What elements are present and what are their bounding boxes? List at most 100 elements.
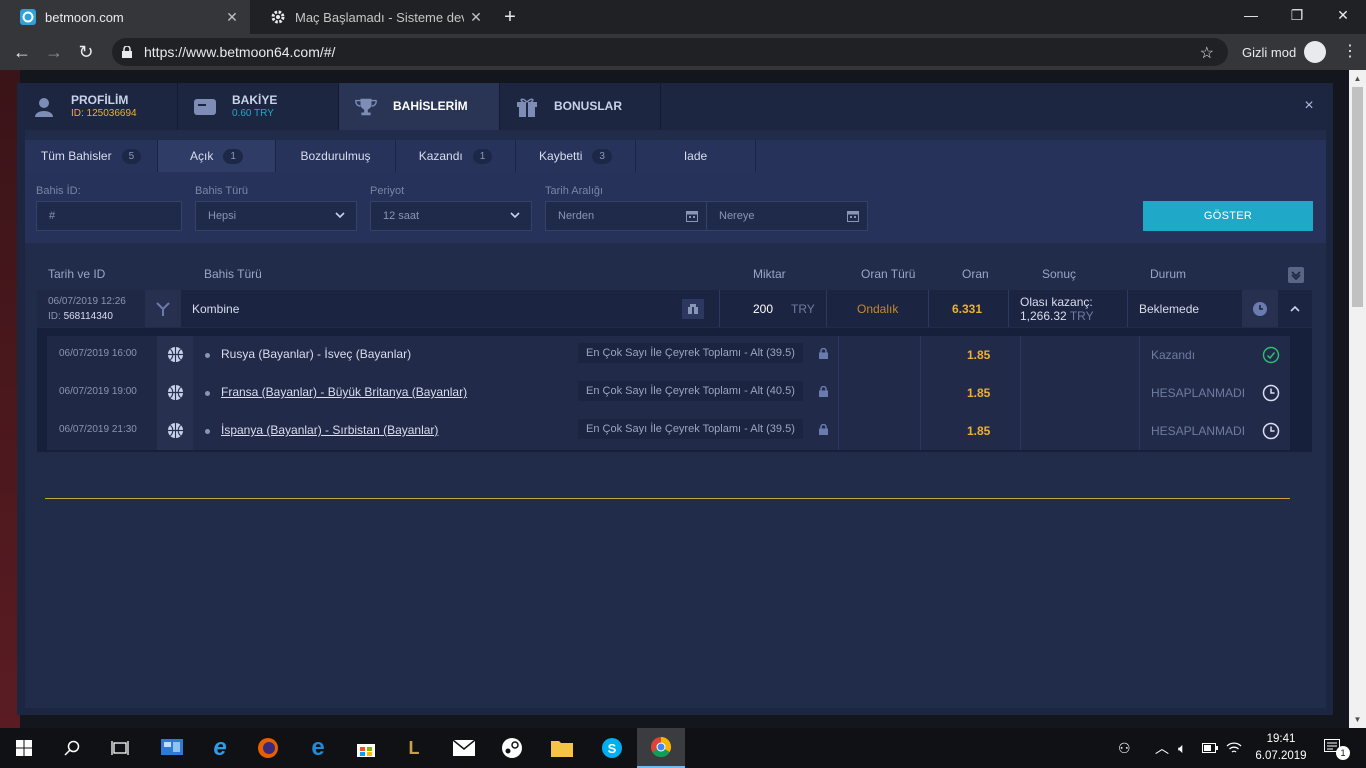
divider [920,336,921,374]
scroll-down-icon[interactable]: ▼ [1349,711,1366,728]
tray-chevron-up-icon[interactable]: ︿ [1155,728,1169,768]
show-button[interactable]: GÖSTER [1143,201,1313,231]
store-icon[interactable] [342,728,390,768]
notification-count: 1 [1336,746,1350,760]
expand-all-button[interactable] [1288,267,1304,283]
tab-bonuses[interactable]: BONUSLAR [500,83,661,130]
reload-icon[interactable]: ↻ [74,40,98,64]
close-tab-icon[interactable]: ✕ [464,9,488,26]
tab-profile[interactable]: PROFİLİM ID: 125036694 [17,83,178,130]
selection-market: En Çok Sayı İle Çeyrek Toplamı - Alt (39… [578,343,803,363]
notifications-icon[interactable]: 1 [1324,728,1358,768]
mail-icon[interactable] [440,728,488,768]
col-odds-type: Oran Türü [861,267,916,281]
gift-icon [516,97,538,117]
tab-my-bets[interactable]: BAHİSLERİM [339,83,500,130]
system-clock[interactable]: 19:41 6.07.2019 [1250,731,1312,765]
selection-match-link[interactable]: İspanya (Bayanlar) - Sırbistan (Bayanlar… [221,423,438,437]
browser-tab-strip: betmoon.com ✕ Maç Başlamadı - Sisteme de… [0,0,1366,34]
task-view-icon[interactable] [96,728,144,768]
bet-type-value: Hepsi [208,210,237,222]
forward-arrow-icon[interactable]: → [42,40,66,64]
chrome-icon[interactable] [637,728,685,768]
tab-open-label: Açık [190,149,214,163]
bets-content: Tüm Bahisler 5 Açık 1 Bozdurulmuş Kazand… [25,130,1326,708]
bet-status: Beklemede [1139,301,1200,316]
combo-icon [145,290,181,327]
tab-won-label: Kazandı [418,149,463,163]
divider [1139,374,1140,412]
bet-amount: 200 [753,301,774,316]
tab-all-bets[interactable]: Tüm Bahisler 5 [25,140,158,172]
selection-status: HESAPLANMADI [1151,386,1246,400]
selection-match-link[interactable]: Fransa (Bayanlar) - Büyük Britanya (Baya… [221,385,467,399]
control-panel-icon[interactable] [148,728,196,768]
search-icon[interactable] [48,728,96,768]
tab-lost[interactable]: Kaybetti 3 [516,140,636,172]
bet-type-select[interactable]: Hepsi [195,201,357,231]
selection-row[interactable]: 06/07/2019 16:00 Rusya (Bayanlar) - İsve… [47,336,1290,374]
volume-icon[interactable]: 🔈︎ [1178,728,1186,768]
tab-cashed-out[interactable]: Bozdurulmuş [276,140,396,172]
calendar-icon [847,211,859,222]
close-tab-icon[interactable]: ✕ [220,9,244,26]
browser-tab-betmoon[interactable]: betmoon.com ✕ [0,0,250,34]
tab-balance[interactable]: BAKİYE 0.60 TRY [178,83,339,130]
new-tab-button[interactable]: + [498,5,522,29]
browser-menu-icon[interactable]: ⋮ [1342,42,1358,62]
steam-icon[interactable] [488,728,536,768]
modal-close-icon[interactable]: × [1300,97,1318,115]
wifi-icon[interactable] [1226,728,1242,768]
tab-refund[interactable]: Iade [636,140,756,172]
file-explorer-icon[interactable] [538,728,586,768]
bet-id-label: Bahis İD: [36,185,81,197]
divider [1127,290,1128,327]
window-close-icon[interactable]: ✕ [1320,0,1366,30]
date-to-input[interactable]: Nereye [706,201,868,231]
divider [719,290,720,327]
page-scrollbar[interactable]: ▲ ▼ [1349,70,1366,728]
people-icon[interactable]: ⚇ [1118,728,1131,768]
selection-row[interactable]: 06/07/2019 19:00 Fransa (Bayanlar) - Büy… [47,374,1290,412]
clock-date: 6.07.2019 [1255,750,1307,762]
restore-icon[interactable]: ❐ [1274,0,1320,30]
divider [838,412,839,450]
check-circle-icon [1262,346,1280,364]
bet-id-input[interactable]: # [36,201,182,231]
league-of-legends-icon[interactable]: L [390,728,438,768]
firefox-icon[interactable] [244,728,292,768]
scrollbar-thumb[interactable] [1352,87,1363,307]
bet-date-cell: 06/07/2019 12:26 ID: 568114340 [37,290,145,327]
selection-row[interactable]: 06/07/2019 21:30 İspanya (Bayanlar) - Sı… [47,412,1290,450]
bookmark-star-icon[interactable]: ☆ [1200,43,1214,63]
windows-start-icon[interactable] [0,728,48,768]
date-from-input[interactable]: Nerden [545,201,707,231]
edge-icon[interactable]: e [294,728,342,768]
back-arrow-icon[interactable]: ← [10,40,34,64]
collapse-button[interactable] [1278,290,1312,327]
gift-icon[interactable] [681,290,705,327]
bet-row[interactable]: 06/07/2019 12:26 ID: 568114340 Kombine 2… [37,290,1312,327]
svg-text:S: S [608,741,617,756]
internet-explorer-icon[interactable]: e [196,728,244,768]
tab-open[interactable]: Açık 1 [158,140,276,172]
divider [1020,336,1021,374]
chevron-down-icon [510,212,520,219]
basketball-icon [167,422,184,439]
browser-tab-mac[interactable]: Maç Başlamadı - Sisteme devam ✕ [250,0,494,34]
account-modal: PROFİLİM ID: 125036694 BAKİYE 0.60 TRY B… [17,83,1333,715]
scroll-up-icon[interactable]: ▲ [1349,70,1366,87]
minimize-icon[interactable]: — [1228,0,1274,30]
chevron-down-icon [335,212,345,219]
bet-id: 568114340 [63,310,113,322]
period-select[interactable]: 12 saat [370,201,532,231]
bet-status-tabs: Tüm Bahisler 5 Açık 1 Bozdurulmuş Kazand… [25,140,756,172]
skype-icon[interactable]: S [588,728,636,768]
selection-market: En Çok Sayı İle Çeyrek Toplamı - Alt (40… [578,381,803,401]
address-bar[interactable]: https://www.betmoon64.com/#/ ☆ [112,38,1228,66]
selection-date: 06/07/2019 21:30 [59,424,137,435]
tab-won[interactable]: Kazandı 1 [396,140,516,172]
battery-icon[interactable] [1202,728,1218,768]
count-badge: 1 [223,148,243,164]
incognito-indicator[interactable]: Gizli mod [1242,40,1327,64]
